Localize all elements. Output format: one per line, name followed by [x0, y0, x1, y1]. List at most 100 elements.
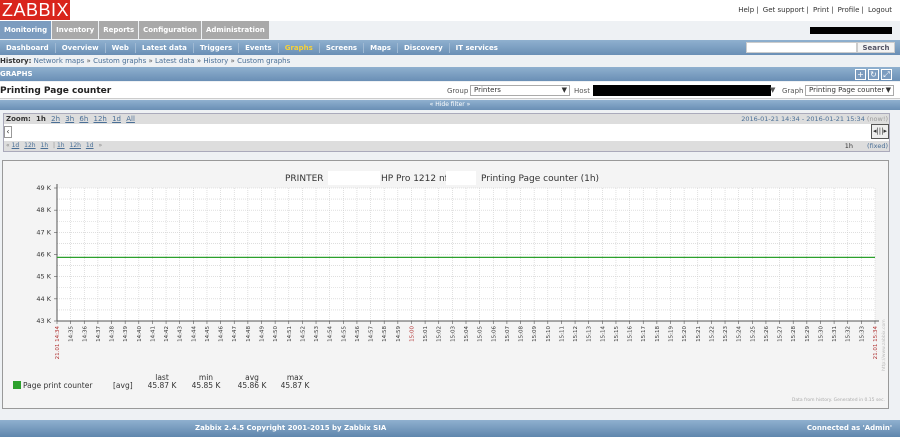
- separator: »: [148, 57, 153, 65]
- x-tick-label: 21.01 15:34: [873, 325, 879, 359]
- zoom-label: Zoom:: [6, 115, 31, 123]
- menu-monitoring[interactable]: Monitoring: [0, 21, 52, 39]
- breadcrumb: History: Network maps » Custom graphs » …: [0, 57, 290, 65]
- profile-link[interactable]: Profile: [838, 6, 860, 14]
- nav-fwd-1h[interactable]: 1h: [57, 142, 65, 149]
- history-link[interactable]: Latest data: [155, 57, 195, 65]
- submenu-dashboard[interactable]: Dashboard: [0, 42, 56, 53]
- legend-series-name: Page print counter: [23, 381, 93, 390]
- zoom-3h[interactable]: 3h: [65, 115, 74, 123]
- now-link[interactable]: (now!): [867, 115, 888, 123]
- x-tick-label: 15:11: [559, 326, 565, 342]
- nav-back-icon[interactable]: «: [6, 142, 10, 149]
- y-tick-label: 48 K: [36, 206, 51, 214]
- logout-link[interactable]: Logout: [868, 6, 892, 14]
- x-tick-label: 15:17: [641, 326, 647, 342]
- submenu-maps[interactable]: Maps: [364, 42, 398, 53]
- y-tick-label: 49 K: [36, 184, 51, 192]
- hide-filter-toggle[interactable]: « Hide filter »: [0, 100, 900, 110]
- zoom-1h[interactable]: 1h: [36, 115, 46, 123]
- history-link[interactable]: History: [203, 57, 228, 65]
- scroll-left-arrow[interactable]: ‹: [4, 126, 12, 138]
- zabbix-logo[interactable]: ZABBIX: [0, 0, 70, 20]
- x-tick-label: 15:24: [737, 326, 743, 342]
- submenu-events[interactable]: Events: [239, 42, 279, 53]
- menu-configuration[interactable]: Configuration: [139, 21, 201, 39]
- nav-back-12h[interactable]: 12h: [24, 142, 35, 149]
- group-label: Group: [447, 87, 469, 95]
- stat-min: 45.85 K: [192, 381, 222, 390]
- x-tick-label: 15:19: [669, 326, 675, 342]
- x-tick-label: 15:21: [696, 326, 702, 342]
- zoom-2h[interactable]: 2h: [51, 115, 60, 123]
- group-select[interactable]: Printers ▼: [470, 85, 570, 96]
- x-tick-label: 15:30: [818, 326, 824, 342]
- zoom-all[interactable]: All: [126, 115, 135, 123]
- period-fixed: 1h (fixed): [845, 141, 888, 151]
- search-button[interactable]: Search: [857, 42, 895, 53]
- menu-inventory[interactable]: Inventory: [52, 21, 99, 39]
- graph-value: Printing Page counter: [809, 86, 885, 94]
- graph-chart: PRINTER HP Pro 1212 nf Printing Page cou…: [13, 171, 887, 403]
- nav-back-1d[interactable]: 1d: [12, 142, 20, 149]
- period-slider-handle[interactable]: ◂|||▸: [871, 124, 889, 139]
- x-tick-label: 15:13: [587, 326, 593, 342]
- redacted-block: [446, 171, 476, 185]
- copyright: Zabbix 2.4.5 Copyright 2001-2015 by Zabb…: [195, 424, 387, 432]
- x-tick-label: 14:47: [232, 326, 238, 342]
- history-label: History:: [0, 57, 32, 65]
- x-tick-label: 14:58: [382, 326, 388, 342]
- nav-fwd-1d[interactable]: 1d: [86, 142, 94, 149]
- nav-fwd-12h[interactable]: 12h: [70, 142, 81, 149]
- search-input[interactable]: [746, 42, 857, 53]
- add-to-favourites-icon[interactable]: +: [855, 69, 866, 80]
- x-tick-label: 15:03: [450, 326, 456, 342]
- legend-color-swatch: [13, 381, 21, 389]
- x-tick-label: 15:15: [614, 326, 620, 342]
- period-from: 2016-01-21 14:34: [741, 115, 800, 123]
- print-link[interactable]: Print: [813, 6, 829, 14]
- stat-max: 45.87 K: [281, 381, 311, 390]
- submenu-screens[interactable]: Screens: [320, 42, 365, 53]
- zoom-1d[interactable]: 1d: [112, 115, 121, 123]
- x-tick-label: 14:39: [123, 326, 129, 342]
- graph-select[interactable]: Printing Page counter ▼: [805, 85, 894, 96]
- nav-back-1h[interactable]: 1h: [41, 142, 49, 149]
- main-menu: Monitoring Inventory Reports Configurati…: [0, 21, 270, 39]
- get-support-link[interactable]: Get support: [763, 6, 805, 14]
- x-tick-label: 14:53: [314, 326, 320, 342]
- section-header: GRAPHS: [0, 67, 900, 81]
- x-tick-label: 14:52: [300, 326, 306, 342]
- redacted-user-box: [810, 27, 892, 34]
- history-link[interactable]: Network maps: [34, 57, 85, 65]
- menu-administration[interactable]: Administration: [202, 21, 269, 39]
- history-link[interactable]: Custom graphs: [237, 57, 290, 65]
- submenu-triggers[interactable]: Triggers: [194, 42, 240, 53]
- menu-reports[interactable]: Reports: [99, 21, 139, 39]
- stat-avg: 45.86 K: [238, 381, 268, 390]
- group-value: Printers: [474, 86, 501, 94]
- history-link[interactable]: Custom graphs: [93, 57, 146, 65]
- fullscreen-icon[interactable]: ⤢: [881, 69, 892, 80]
- x-tick-label: 15:31: [832, 326, 838, 342]
- submenu-graphs[interactable]: Graphs: [279, 42, 320, 53]
- submenu-discovery[interactable]: Discovery: [398, 42, 450, 53]
- help-link[interactable]: Help: [738, 6, 754, 14]
- separator: »: [196, 57, 202, 65]
- chevron-down-icon: ▼: [885, 86, 891, 94]
- submenu-overview[interactable]: Overview: [56, 42, 106, 53]
- x-tick-label: 15:10: [546, 326, 552, 342]
- submenu-it-services[interactable]: IT services: [450, 43, 504, 53]
- legend-func: [avg]: [113, 381, 133, 390]
- zoom-12h[interactable]: 12h: [94, 115, 107, 123]
- host-select[interactable]: [593, 85, 771, 96]
- x-tick-label: 14:51: [287, 326, 293, 342]
- x-tick-label: 15:12: [573, 326, 579, 342]
- fixed-toggle[interactable]: (fixed): [867, 142, 888, 150]
- stat-last: 45.87 K: [148, 381, 178, 390]
- nav-forward-icon[interactable]: »: [98, 142, 102, 149]
- submenu-latest-data[interactable]: Latest data: [136, 42, 194, 53]
- submenu-web[interactable]: Web: [106, 42, 136, 53]
- refresh-icon[interactable]: ↻: [868, 69, 879, 80]
- zoom-6h[interactable]: 6h: [79, 115, 88, 123]
